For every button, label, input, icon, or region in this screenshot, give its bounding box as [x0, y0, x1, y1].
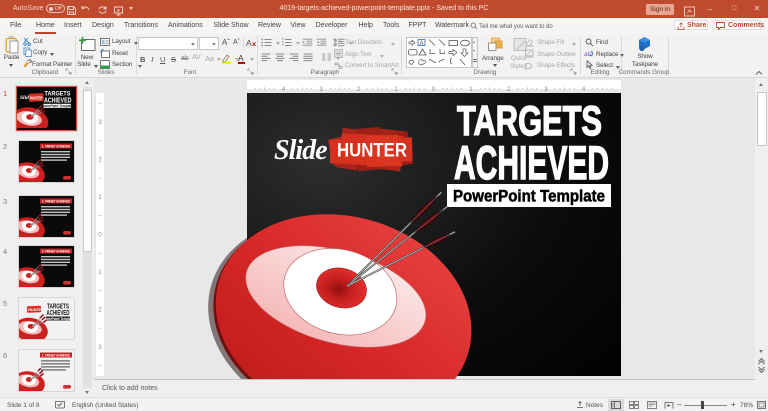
svg-text:A: A	[420, 41, 424, 47]
svg-text:2: 2	[98, 308, 102, 314]
svg-text:4: 4	[282, 87, 286, 93]
svg-text:0: 0	[432, 87, 436, 93]
svg-text:A: A	[246, 38, 252, 48]
svg-text:1. TARGET ACHIEVED: 1. TARGET ACHIEVED	[42, 353, 71, 357]
svg-text:4: 4	[582, 87, 586, 93]
svg-text:1. TARGET ACHIEVED: 1. TARGET ACHIEVED	[42, 144, 71, 148]
svg-text:TARGETS: TARGETS	[45, 91, 72, 98]
svg-text:ACHIEVED: ACHIEVED	[454, 136, 609, 189]
svg-text:1: 1	[98, 270, 102, 276]
svg-text:3: 3	[319, 87, 323, 93]
svg-text:3. TARGET ACHIEVED: 3. TARGET ACHIEVED	[42, 249, 71, 253]
svg-text:1: 1	[98, 195, 102, 201]
svg-text:2. TARGET ACHIEVED: 2. TARGET ACHIEVED	[42, 199, 71, 203]
svg-text:1: 1	[469, 87, 473, 93]
svg-text:A: A	[339, 39, 343, 45]
svg-text:3: 3	[98, 120, 102, 126]
svg-text:HUNTER: HUNTER	[30, 96, 43, 101]
svg-text:PowerPoint Template: PowerPoint Template	[41, 104, 73, 108]
svg-text:3: 3	[98, 345, 102, 351]
svg-text:ab: ab	[584, 51, 592, 58]
svg-text:2: 2	[98, 158, 102, 164]
svg-text:0: 0	[98, 233, 102, 239]
svg-text:2: 2	[357, 87, 361, 93]
svg-text:HUNTER: HUNTER	[28, 307, 45, 312]
svg-text:HUNTER: HUNTER	[337, 141, 407, 162]
svg-text:3: 3	[544, 87, 548, 93]
svg-text:2: 2	[507, 87, 511, 93]
svg-text:1: 1	[394, 87, 398, 93]
